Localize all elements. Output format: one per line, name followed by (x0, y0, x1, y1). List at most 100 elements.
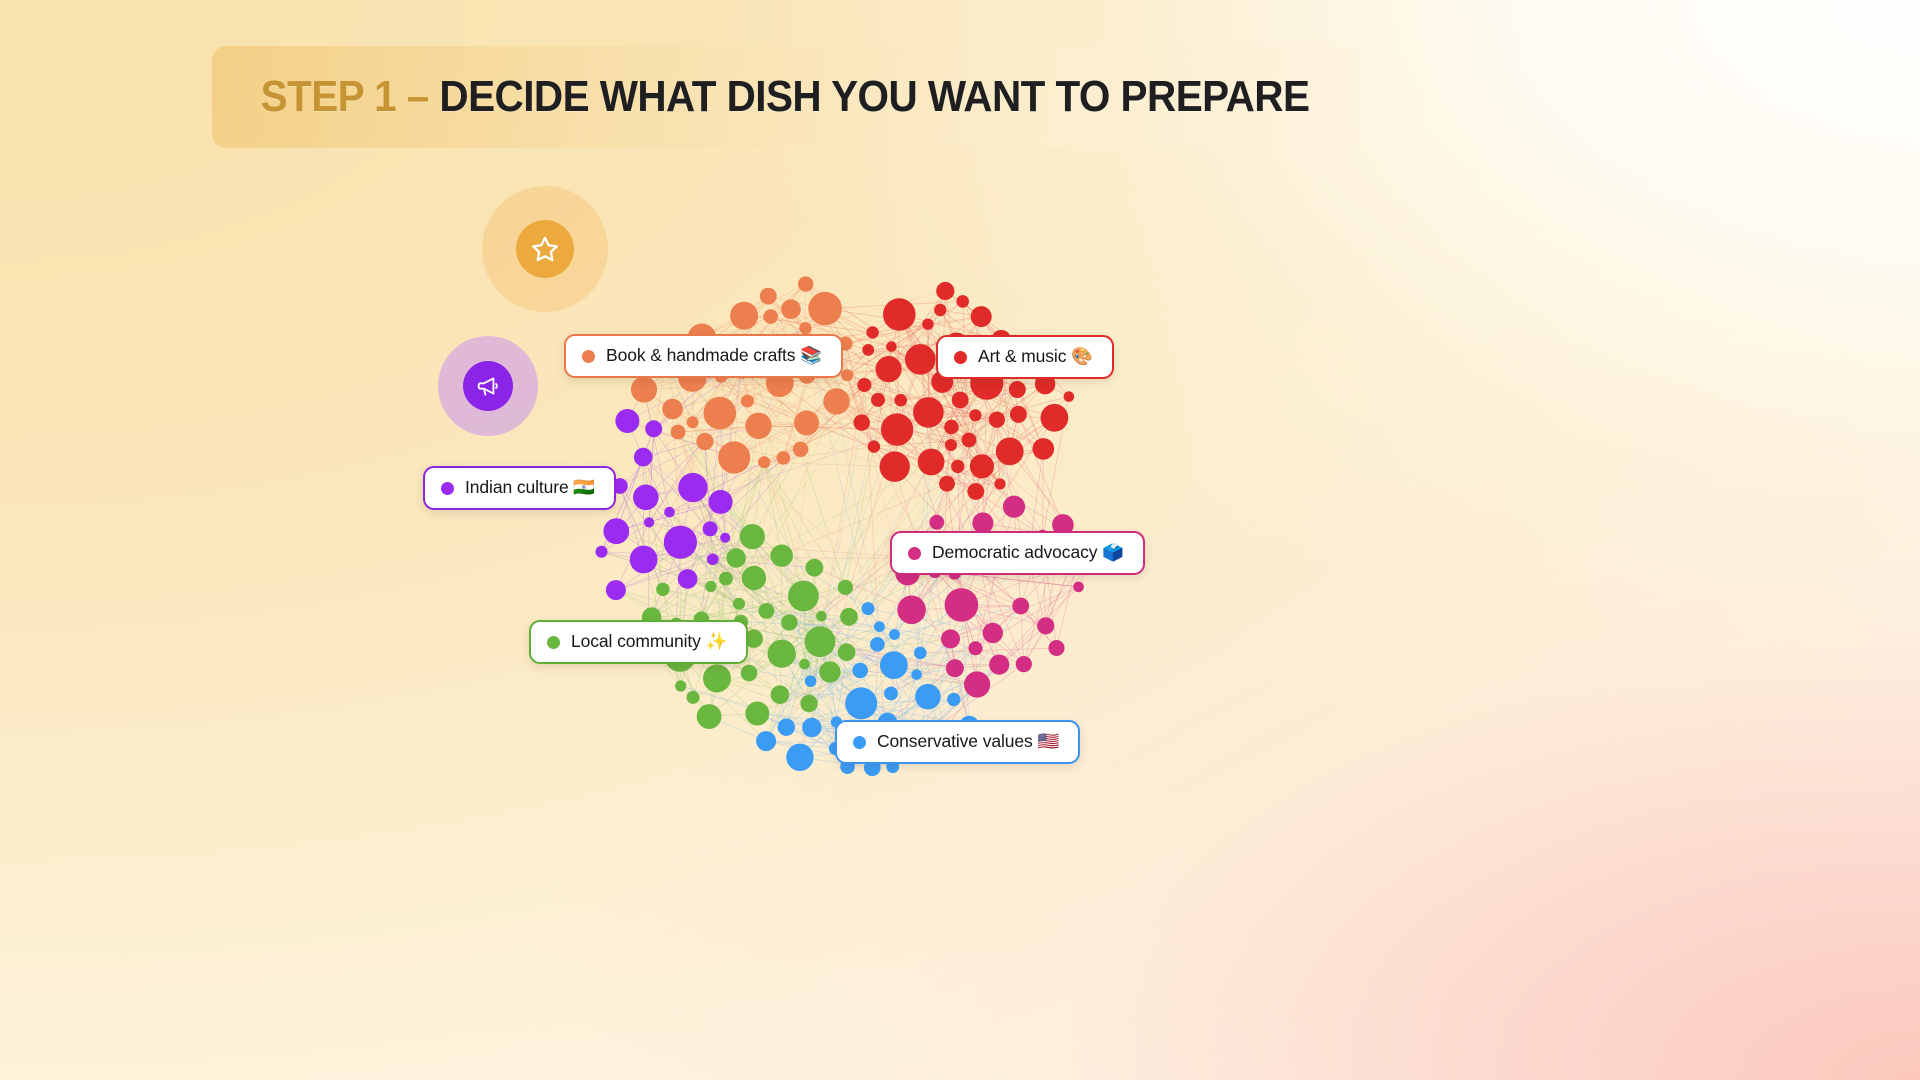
network-node[interactable] (703, 396, 737, 430)
network-node[interactable] (837, 579, 853, 595)
network-node[interactable] (670, 424, 686, 440)
network-node[interactable] (1015, 656, 1032, 673)
network-node[interactable] (799, 322, 812, 335)
network-node[interactable] (678, 472, 708, 503)
network-node[interactable] (875, 356, 902, 383)
network-node[interactable] (857, 378, 872, 392)
network-node[interactable] (786, 743, 814, 771)
network-node[interactable] (862, 344, 875, 356)
network-node[interactable] (880, 651, 908, 680)
network-node[interactable] (703, 664, 731, 693)
network-node[interactable] (777, 718, 795, 736)
network-node[interactable] (994, 478, 1006, 490)
network-node[interactable] (883, 298, 916, 331)
network-node[interactable] (939, 475, 955, 492)
network-node[interactable] (840, 607, 858, 626)
network-node[interactable] (633, 447, 653, 467)
network-node[interactable] (1037, 617, 1055, 635)
network-node[interactable] (874, 621, 885, 632)
network-node[interactable] (1040, 403, 1069, 432)
network-node[interactable] (982, 622, 1003, 644)
network-node[interactable] (969, 454, 994, 479)
network-node[interactable] (866, 326, 879, 339)
network-node[interactable] (808, 291, 842, 326)
network-node[interactable] (686, 690, 700, 704)
network-node[interactable] (1009, 405, 1027, 423)
network-node[interactable] (967, 483, 985, 500)
network-node[interactable] (656, 582, 670, 597)
network-node[interactable] (781, 299, 801, 319)
network-node[interactable] (1002, 495, 1026, 518)
legend-chip-conservative-values[interactable]: Conservative values 🇺🇸 (835, 720, 1081, 764)
network-node[interactable] (645, 420, 663, 438)
network-node[interactable] (758, 456, 771, 469)
network-node[interactable] (663, 525, 697, 559)
network-node[interactable] (740, 664, 758, 682)
network-node[interactable] (897, 595, 926, 625)
network-node[interactable] (719, 571, 733, 586)
network-node[interactable] (745, 412, 772, 439)
network-node[interactable] (886, 341, 897, 352)
network-node[interactable] (675, 680, 687, 692)
network-node[interactable] (770, 685, 790, 704)
network-node[interactable] (823, 388, 850, 415)
network-node[interactable] (802, 717, 822, 738)
network-node[interactable] (705, 580, 717, 593)
network-node[interactable] (922, 318, 934, 330)
network-node[interactable] (759, 287, 777, 305)
network-node[interactable] (1063, 391, 1075, 402)
network-node[interactable] (756, 731, 777, 752)
network-node[interactable] (956, 295, 969, 308)
legend-chip-local-community[interactable]: Local community ✨ (529, 620, 749, 664)
network-node[interactable] (913, 397, 944, 428)
legend-chip-book-handmade-crafts[interactable]: Book & handmade crafts 📚 (564, 334, 843, 378)
network-node[interactable] (726, 548, 746, 568)
network-node[interactable] (605, 580, 626, 601)
network-node[interactable] (884, 686, 898, 701)
network-node[interactable] (936, 281, 955, 301)
network-node[interactable] (964, 671, 991, 698)
network-node[interactable] (804, 626, 836, 658)
network-node[interactable] (852, 662, 868, 679)
network-node[interactable] (805, 558, 824, 577)
network-node[interactable] (708, 489, 733, 514)
network-node[interactable] (853, 414, 870, 431)
network-node[interactable] (837, 643, 856, 661)
network-node[interactable] (819, 661, 841, 683)
network-node[interactable] (741, 394, 754, 408)
network-node[interactable] (969, 409, 982, 422)
network-node[interactable] (662, 398, 683, 420)
network-node[interactable] (720, 532, 731, 543)
network-node[interactable] (730, 301, 759, 330)
network-node[interactable] (945, 439, 957, 451)
network-node[interactable] (804, 675, 817, 687)
network-node[interactable] (767, 639, 796, 668)
network-node[interactable] (947, 692, 961, 707)
network-node[interactable] (644, 517, 655, 528)
network-node[interactable] (961, 432, 977, 448)
network-node[interactable] (1048, 640, 1065, 656)
network-node[interactable] (781, 614, 798, 631)
network-node[interactable] (758, 603, 775, 619)
network-node[interactable] (800, 694, 818, 713)
network-node[interactable] (934, 303, 947, 317)
network-node[interactable] (1008, 381, 1026, 398)
network-node[interactable] (870, 637, 885, 652)
network-node[interactable] (944, 588, 979, 622)
network-node[interactable] (615, 409, 640, 433)
network-node[interactable] (917, 448, 945, 476)
network-node[interactable] (880, 413, 914, 446)
network-node[interactable] (702, 521, 718, 537)
network-node[interactable] (733, 597, 745, 610)
legend-chip-indian-culture[interactable]: Indian culture 🇮🇳 (423, 466, 617, 510)
network-node[interactable] (696, 432, 714, 451)
network-node[interactable] (798, 276, 814, 292)
network-node[interactable] (951, 391, 969, 409)
network-node[interactable] (718, 441, 751, 474)
network-node[interactable] (871, 392, 885, 407)
network-node[interactable] (951, 459, 965, 474)
network-node[interactable] (633, 484, 659, 511)
network-node[interactable] (941, 629, 960, 649)
network-node[interactable] (861, 602, 875, 616)
network-node[interactable] (968, 641, 983, 656)
